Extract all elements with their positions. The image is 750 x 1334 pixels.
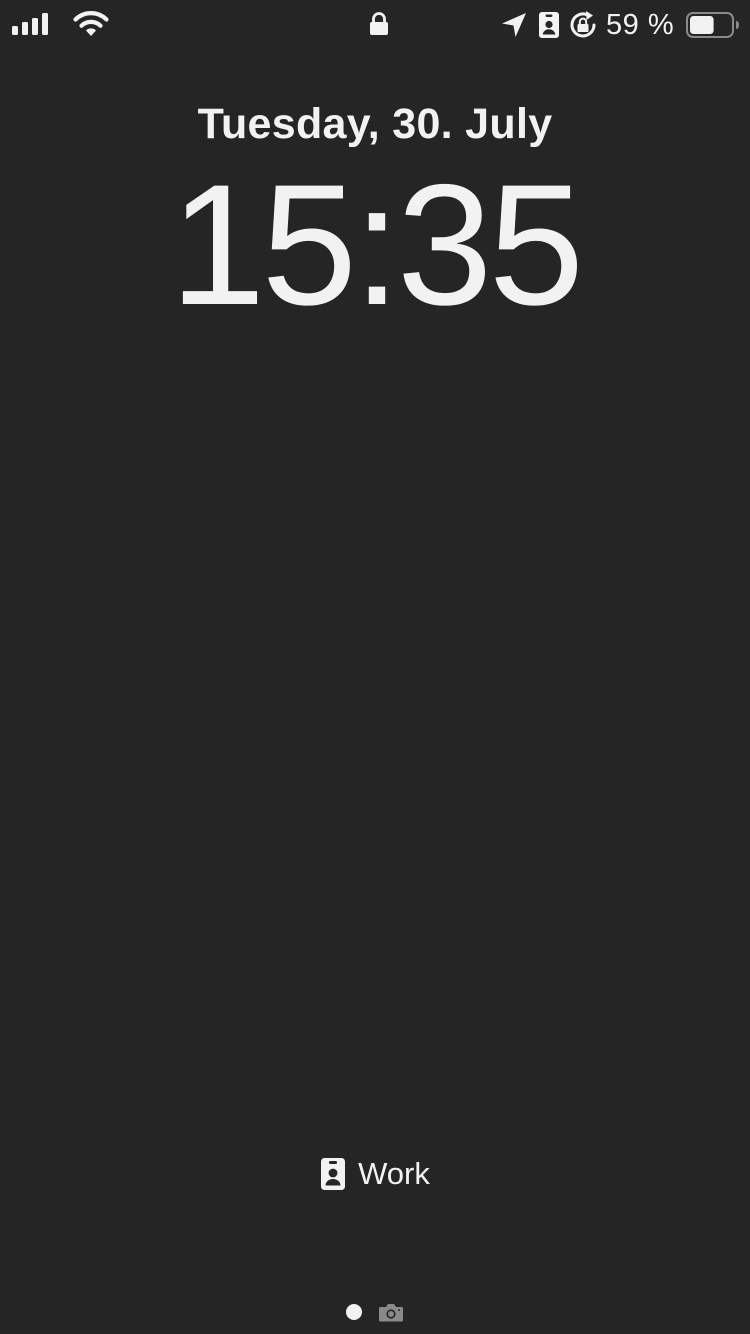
cellular-signal-icon [12,13,48,35]
location-arrow-icon [502,13,526,37]
page-dot-active[interactable] [346,1304,362,1320]
camera-icon[interactable] [378,1302,404,1322]
orientation-lock-icon [570,11,596,38]
lock-screen-time: 15:35 [169,149,584,341]
id-badge-icon [321,1158,346,1190]
focus-mode-indicator[interactable]: Work [0,1152,750,1196]
battery-icon [686,12,739,38]
status-bar: 59 % [0,0,750,50]
battery-percentage: 59 % [606,9,675,41]
id-badge-icon [539,12,559,38]
lock-icon [370,12,388,35]
lock-screen-date: Tuesday, 30. July [197,100,553,148]
page-indicator[interactable] [0,1300,750,1324]
focus-mode-label: Work [358,1156,430,1191]
wifi-icon [73,11,109,36]
